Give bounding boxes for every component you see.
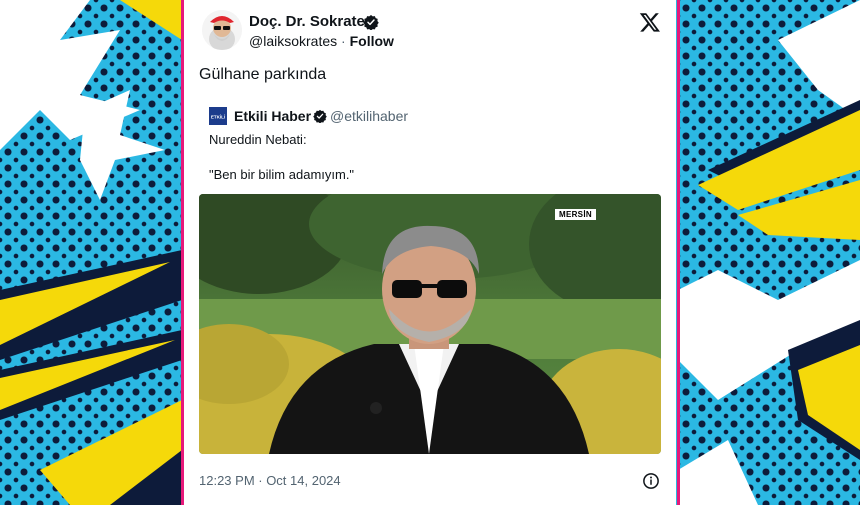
tweet-card: Doç. Dr. Sokrates @laiksokrates · Follow… [184, 0, 676, 505]
media-image [199, 194, 661, 454]
verified-badge-icon [363, 15, 379, 30]
quoted-text-line-2: "Ben bir bilim adamıyım." [209, 167, 355, 182]
tweet-text: Gülhane parkında [199, 66, 327, 83]
x-logo-icon[interactable] [639, 11, 661, 33]
location-tag: MERSİN [555, 209, 596, 220]
quoted-avatar[interactable]: ETKİLİ [209, 107, 227, 125]
author-handle[interactable]: @laiksokrates [249, 33, 337, 49]
quoted-verified-badge-icon [313, 109, 327, 123]
quoted-logo-text: ETKİLİ [211, 114, 225, 120]
author-name[interactable]: Doç. Dr. Sokrates [249, 13, 373, 30]
right-decorative-panel [678, 0, 860, 505]
info-icon[interactable] [642, 472, 660, 490]
quoted-author-handle[interactable]: @etkilihaber [330, 108, 408, 124]
quoted-text-line-1: Nureddin Nebati: [209, 132, 307, 147]
left-burst-art [0, 0, 182, 505]
follow-button[interactable]: Follow [350, 33, 394, 49]
left-decorative-panel [0, 0, 182, 505]
right-card-border [677, 0, 680, 505]
tweet-timestamp[interactable]: 12:23 PM · Oct 14, 2024 [199, 473, 341, 488]
author-handle-row: @laiksokrates · Follow [249, 33, 394, 49]
handle-separator: · [341, 33, 346, 49]
right-burst-art [678, 0, 860, 505]
tweet-media-video[interactable] [199, 194, 661, 454]
author-avatar[interactable] [202, 10, 242, 50]
quoted-author-name[interactable]: Etkili Haber [234, 108, 311, 124]
